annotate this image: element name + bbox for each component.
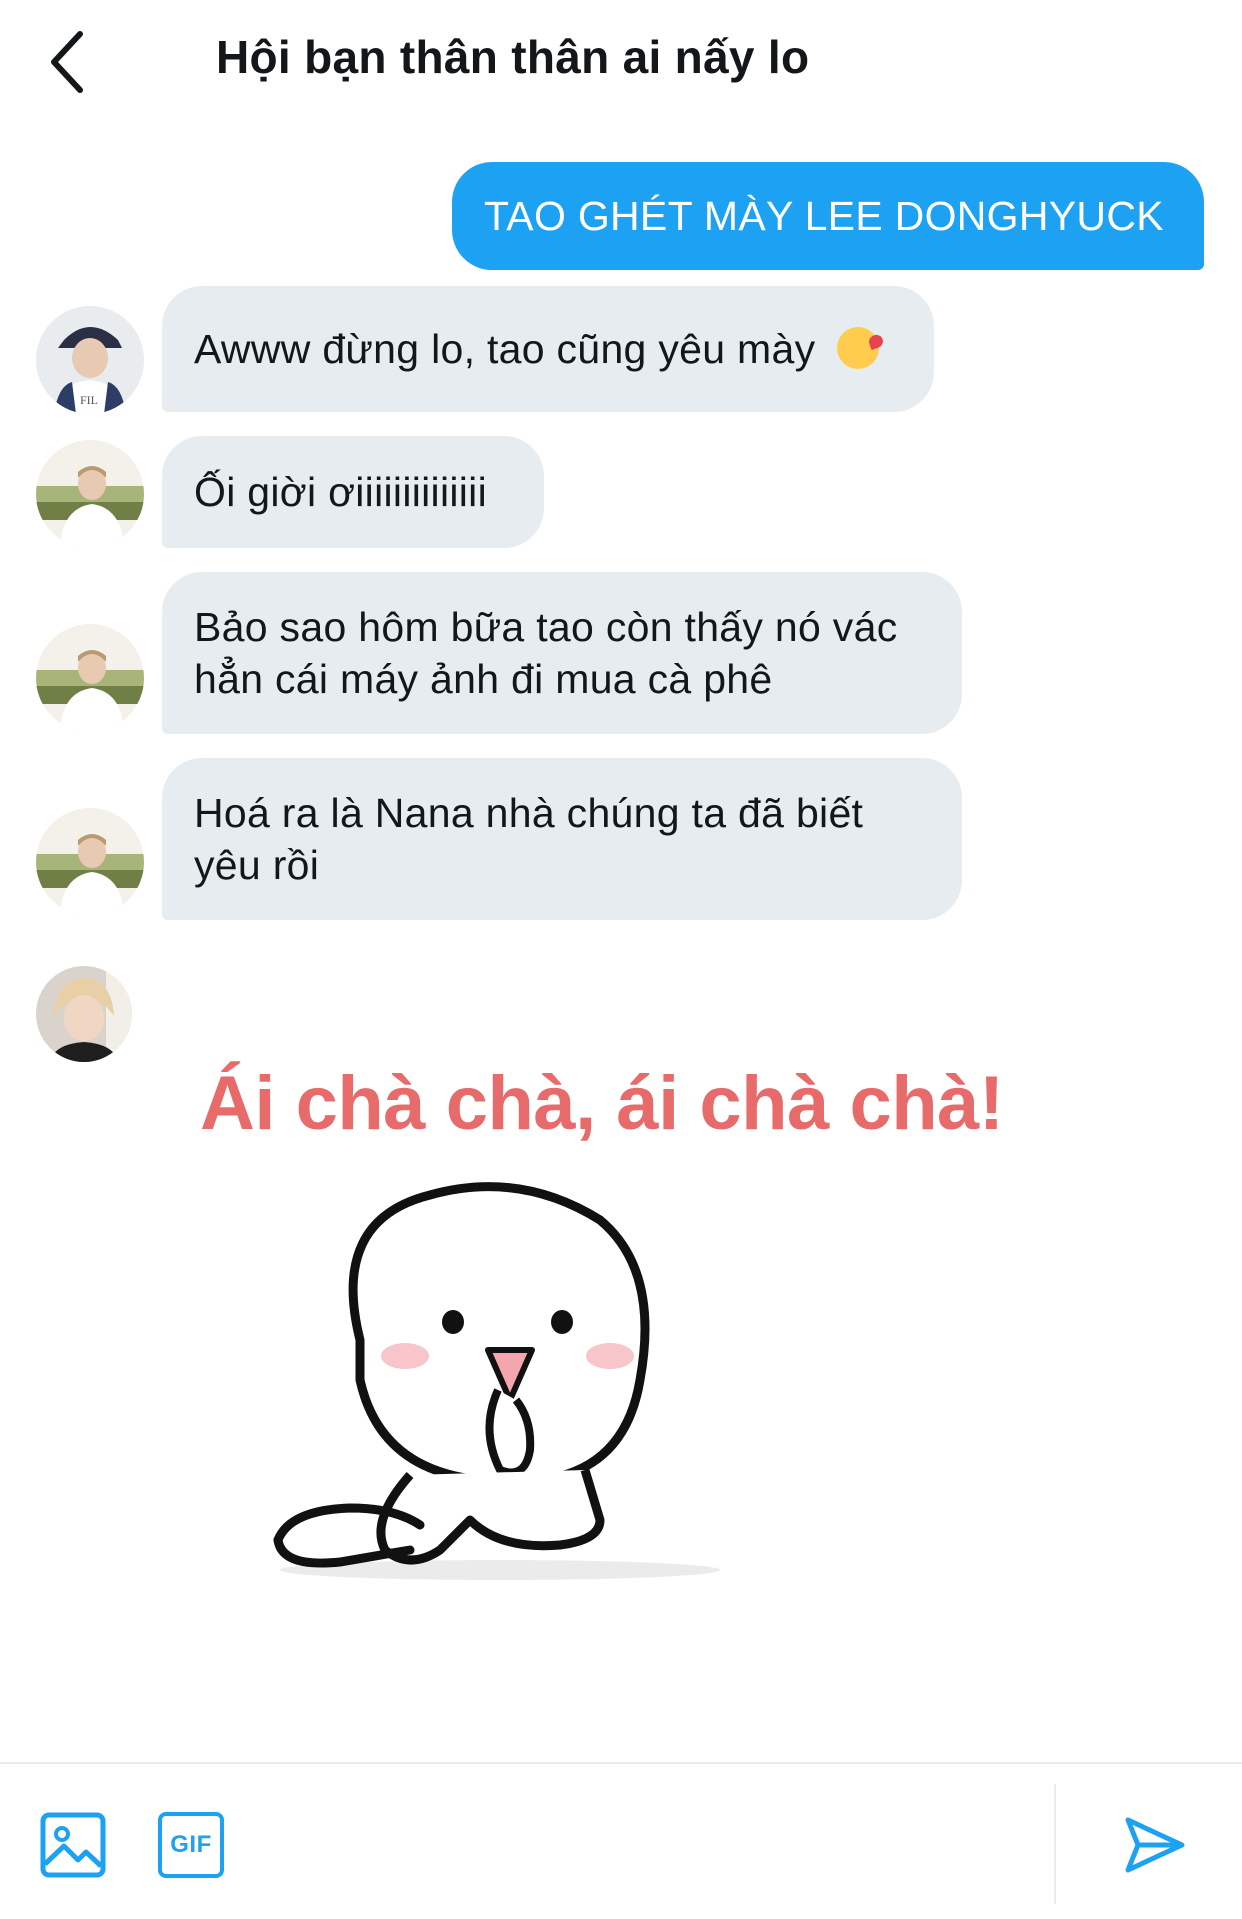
kissing-heart-emoji-icon: [837, 327, 880, 370]
send-button[interactable]: [1122, 1812, 1188, 1878]
message-text: Ối giời ơiiiiiiiiiiiiii: [194, 469, 487, 515]
send-icon: [1125, 1817, 1185, 1873]
avatar[interactable]: [36, 966, 132, 1062]
conversation-title[interactable]: Hội bạn thân thân ai nấy lo: [216, 30, 809, 84]
avatar[interactable]: FIL: [36, 306, 144, 414]
message-input[interactable]: [260, 1794, 1030, 1894]
svg-text:FIL: FIL: [80, 393, 98, 407]
image-icon: [40, 1812, 106, 1878]
message-text: Awww đừng lo, tao cũng yêu mày: [194, 326, 816, 372]
message-text-line: yêu rồi: [194, 842, 320, 888]
sticker-message[interactable]: Ái chà chà, ái chà chà!: [180, 1050, 1020, 1610]
divider: [1054, 1784, 1056, 1904]
message-text-line: Bảo sao hôm bữa tao còn thấy nó vác: [194, 604, 898, 650]
message-text: TAO GHÉT MÀY LEE DONGHYUCK: [484, 192, 1164, 239]
incoming-message-bubble[interactable]: Bảo sao hôm bữa tao còn thấy nó vác hẳn …: [162, 572, 962, 734]
avatar[interactable]: [36, 624, 144, 732]
add-photo-button[interactable]: [40, 1812, 106, 1878]
sticker-character-image: [273, 1182, 720, 1580]
back-button[interactable]: [44, 28, 92, 96]
chevron-left-icon: [51, 31, 83, 93]
gif-label: GIF: [170, 1831, 212, 1858]
incoming-message-bubble[interactable]: Ối giời ơiiiiiiiiiiiiii: [162, 436, 544, 548]
incoming-message-bubble[interactable]: Hoá ra là Nana nhà chúng ta đã biết yêu …: [162, 758, 962, 920]
message-text-line: Hoá ra là Nana nhà chúng ta đã biết: [194, 790, 864, 836]
avatar[interactable]: [36, 440, 144, 548]
chat-header: Hội bạn thân thân ai nấy lo: [0, 0, 1242, 125]
add-gif-button[interactable]: GIF: [158, 1812, 224, 1878]
outgoing-message-bubble[interactable]: TAO GHÉT MÀY LEE DONGHYUCK: [452, 162, 1204, 270]
message-text-line: hẳn cái máy ảnh đi mua cà phê: [194, 656, 773, 702]
message-composer: GIF: [0, 1762, 1242, 1919]
incoming-message-bubble[interactable]: Awww đừng lo, tao cũng yêu mày: [162, 286, 934, 412]
avatar[interactable]: [36, 808, 144, 916]
